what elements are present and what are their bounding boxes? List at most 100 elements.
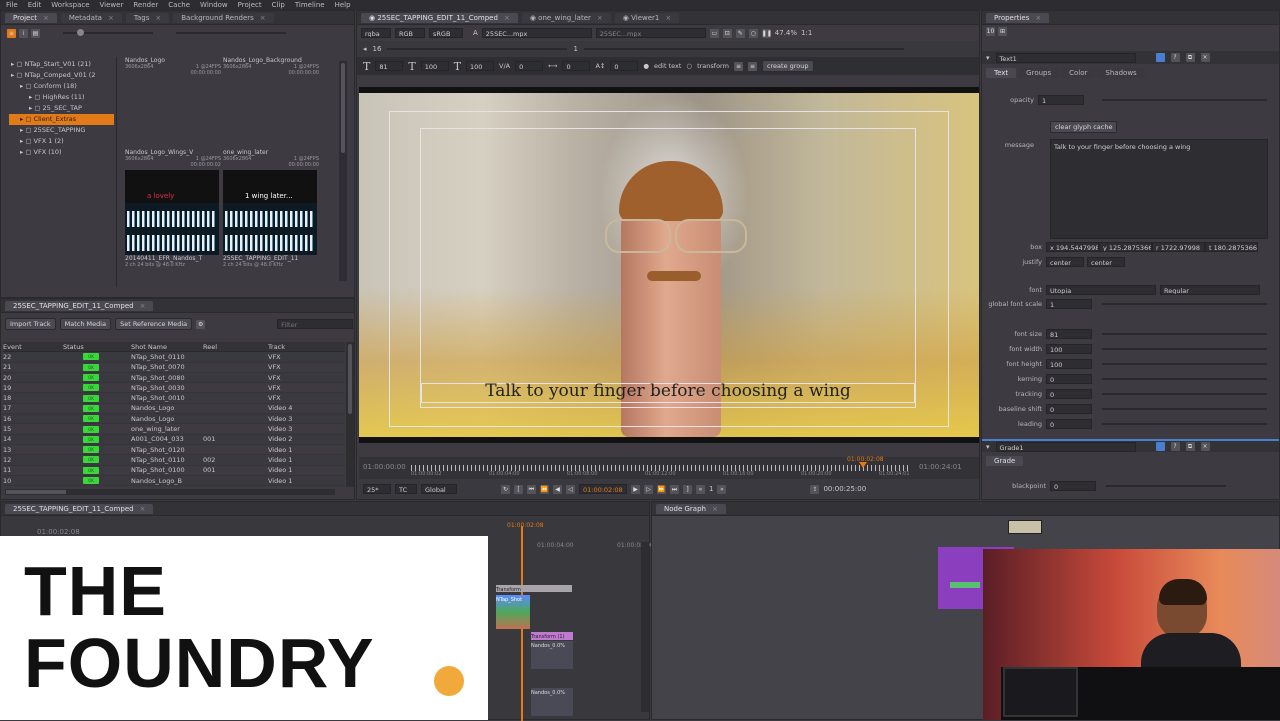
tab-tags[interactable]: Tags × bbox=[125, 12, 170, 23]
table-row[interactable]: 22 OK NTap_Shot_0110 VFX bbox=[3, 352, 345, 363]
param-field[interactable]: 100 bbox=[1046, 344, 1092, 354]
close-icon[interactable]: × bbox=[665, 14, 671, 22]
param-field[interactable]: 0 bbox=[1046, 404, 1092, 414]
menu-edit[interactable]: Edit bbox=[28, 1, 42, 9]
text-height-field[interactable]: 100 bbox=[466, 61, 495, 71]
table-row[interactable]: 19 OK NTap_Shot_0030 VFX bbox=[3, 383, 345, 394]
tab-text[interactable]: Text bbox=[986, 67, 1017, 78]
next-keyframe-icon[interactable]: ⏩ bbox=[657, 484, 666, 494]
play-icon[interactable]: ▶ bbox=[631, 484, 640, 494]
channels-select[interactable]: rgba bbox=[361, 28, 391, 38]
table-row[interactable]: 11 OK NTap_Shot_0100 001 Video 1 bbox=[3, 466, 345, 476]
gain-value[interactable]: 16 bbox=[373, 45, 382, 53]
grade-color-icon[interactable] bbox=[1155, 442, 1165, 451]
bin-clip[interactable]: 20140411_EFR_Nandos_T 2 ch 24 bits @ 48.0… bbox=[125, 201, 221, 268]
gear-icon[interactable]: ⚙ bbox=[196, 319, 206, 329]
column-header[interactable]: Shot Name bbox=[131, 343, 203, 351]
tab-color[interactable]: Color bbox=[1061, 67, 1096, 78]
column-header[interactable]: Track bbox=[268, 343, 328, 351]
playhead-marker[interactable] bbox=[859, 462, 867, 468]
text-width-field[interactable]: 100 bbox=[420, 61, 449, 71]
param-field[interactable]: 0 bbox=[1046, 374, 1092, 384]
step-forward-icon[interactable]: ▷ bbox=[644, 484, 653, 494]
node-color-icon[interactable] bbox=[1155, 53, 1165, 62]
match-media-button[interactable]: Match Media bbox=[59, 318, 112, 330]
column-header[interactable]: Status bbox=[63, 343, 131, 351]
table-hscrollbar[interactable] bbox=[5, 489, 335, 495]
menu-viewer[interactable]: Viewer bbox=[100, 1, 124, 9]
align-icon[interactable]: ≡ bbox=[733, 61, 743, 71]
param-field[interactable]: 81 bbox=[1046, 329, 1092, 339]
timecode-mode-select[interactable]: TC bbox=[395, 484, 417, 494]
fps-select[interactable]: 25* bbox=[363, 484, 391, 494]
eye-icon[interactable]: ◉ bbox=[530, 14, 538, 22]
table-row[interactable]: 13 OK NTap_Shot_0120 Video 1 bbox=[3, 445, 345, 456]
param-slider[interactable] bbox=[1102, 348, 1267, 350]
bin-clip[interactable]: 25SEC_TAPPING_EDIT_11 2 ch 24 bits @ 48.0… bbox=[223, 201, 319, 268]
table-row[interactable]: 21 OK NTap_Shot_0070 VFX bbox=[3, 363, 345, 373]
bin-clip[interactable]: Nandos_Logo_Background 3606x2864 1 @24FPS 0… bbox=[223, 57, 319, 76]
table-row[interactable]: 10 OK Nandos_Logo_B Video 1 bbox=[3, 475, 345, 487]
box-x-field[interactable]: x 194.5447998 bbox=[1046, 242, 1099, 252]
justify-h-select[interactable]: center bbox=[1046, 257, 1084, 267]
table-row[interactable]: 17 OK Nandos_Logo Video 4 bbox=[3, 404, 345, 415]
tab-grade[interactable]: Grade bbox=[986, 456, 1024, 466]
create-group-button[interactable]: create group bbox=[761, 60, 814, 72]
record-icon[interactable]: ○ bbox=[748, 28, 758, 38]
tab-viewer-0[interactable]: ◉ 25SEC_TAPPING_EDIT_11_Comped × bbox=[361, 12, 518, 23]
tab-groups[interactable]: Groups bbox=[1018, 67, 1060, 78]
tab-viewer-2[interactable]: ◉ Viewer1 × bbox=[614, 12, 680, 23]
clear-glyph-cache-button[interactable]: clear glyph cache bbox=[1050, 121, 1118, 133]
tab-metadata[interactable]: Metadata × bbox=[60, 12, 122, 23]
clip-transform-1[interactable]: Transform (1) bbox=[531, 632, 573, 640]
opacity-field[interactable]: 1 bbox=[1038, 95, 1084, 105]
close-icon[interactable]: × bbox=[155, 14, 161, 22]
param-field[interactable]: 0 bbox=[1046, 419, 1092, 429]
table-row[interactable]: 14 OK A001_C004_033 001 Video 2 bbox=[3, 434, 345, 445]
table-scrollbar[interactable] bbox=[346, 342, 354, 487]
close-icon[interactable]: × bbox=[140, 505, 146, 513]
bin-item[interactable]: ▸ ▢ VFX (10) bbox=[9, 147, 114, 158]
close-icon[interactable]: × bbox=[140, 302, 146, 310]
gamma-value[interactable]: 1 bbox=[573, 45, 577, 53]
bin-item[interactable]: ▸ ▢ NTap_Start_V01 (21) bbox=[9, 59, 114, 70]
node-green[interactable] bbox=[950, 582, 980, 588]
menu-render[interactable]: Render bbox=[133, 1, 158, 9]
clip-nandos-1[interactable]: Nandos_0.0% bbox=[531, 641, 573, 669]
filter-input[interactable]: Filter bbox=[277, 319, 354, 329]
thumb-size-slider[interactable] bbox=[63, 29, 153, 36]
close-icon[interactable]: × bbox=[1035, 14, 1041, 22]
guides-icon[interactable]: ⊡ bbox=[722, 28, 732, 38]
close-icon[interactable]: × bbox=[43, 14, 49, 22]
zoom-level[interactable]: 47.4% bbox=[775, 29, 797, 37]
tab-edit-sequence[interactable]: 25SEC_TAPPING_EDIT_11_Comped × bbox=[5, 300, 154, 311]
grade-node-name-field[interactable]: Grade1 bbox=[995, 441, 1136, 452]
table-row[interactable]: 20 OK NTap_Shot_0080 VFX bbox=[3, 372, 345, 384]
bin-item[interactable]: ▸ ▢ 25_SEC_TAP bbox=[9, 103, 114, 114]
menu-workspace[interactable]: Workspace bbox=[51, 1, 89, 9]
message-textarea[interactable]: Talk to your finger before choosing a wi… bbox=[1050, 139, 1268, 239]
gain-icon[interactable]: ◂ bbox=[363, 45, 367, 53]
gain-slider[interactable] bbox=[387, 48, 568, 50]
font-style-select[interactable]: Regular bbox=[1160, 285, 1260, 295]
detail-view-icon[interactable]: ▤ bbox=[31, 28, 40, 38]
bin-scrollbar[interactable] bbox=[339, 61, 347, 281]
param-slider[interactable] bbox=[1102, 333, 1267, 335]
node-help-icon[interactable]: ? bbox=[1170, 53, 1180, 62]
node-float-icon[interactable]: ⧉ bbox=[1185, 53, 1195, 62]
node-count-icon[interactable]: 10 bbox=[986, 26, 995, 36]
node-close-icon[interactable]: × bbox=[1200, 53, 1210, 62]
blackpoint-slider[interactable] bbox=[1106, 485, 1226, 487]
tab-node-graph[interactable]: Node Graph × bbox=[656, 503, 726, 514]
menu-help[interactable]: Help bbox=[335, 1, 351, 9]
bin-item[interactable]: ▸ ▢ Client_Extras bbox=[9, 114, 114, 125]
grade-collapse-icon[interactable]: ▾ bbox=[986, 443, 990, 451]
import-track-button[interactable]: Import Track bbox=[5, 318, 56, 330]
text-size-field[interactable]: 81 bbox=[375, 61, 404, 71]
font-family-select[interactable]: Utopia bbox=[1046, 285, 1156, 295]
param-slider[interactable] bbox=[1102, 378, 1267, 380]
global-scale-slider[interactable] bbox=[1102, 303, 1267, 305]
tab-project[interactable]: Project × bbox=[5, 12, 57, 23]
display-select[interactable]: sRGB bbox=[429, 28, 463, 38]
bin-item[interactable]: ▸ ▢ VFX 1 (2) bbox=[9, 136, 114, 147]
